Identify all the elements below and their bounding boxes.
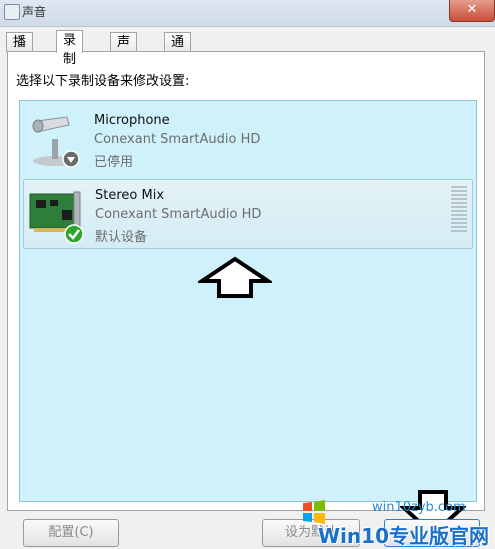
level-meter [451, 186, 467, 234]
microphone-icon [27, 109, 87, 169]
window-title: 声音 [22, 5, 47, 19]
watermark-url: win10zyb.com [372, 500, 466, 515]
title-bar: 声音 ✕ [0, 0, 495, 27]
tab-playback[interactable]: 播放 [6, 32, 34, 69]
device-item-microphone[interactable]: Microphone Conexant SmartAudio HD 已停用 [23, 105, 471, 173]
device-name: Microphone [94, 113, 170, 128]
recording-device-list[interactable]: Microphone Conexant SmartAudio HD 已停用 St… [19, 100, 477, 502]
device-driver: Conexant SmartAudio HD [94, 132, 261, 147]
device-item-stereo-mix[interactable]: Stereo Mix Conexant SmartAudio HD 默认设备 [23, 179, 473, 249]
close-button[interactable]: ✕ [449, 0, 495, 22]
configure-button[interactable]: 配置(C) [23, 519, 119, 547]
device-driver: Conexant SmartAudio HD [95, 207, 262, 222]
device-status: 默认设备 [95, 230, 148, 245]
instruction-text: 选择以下录制设备来修改设置: [16, 74, 190, 89]
tab-communications[interactable]: 通信 [164, 32, 192, 69]
tab-recording[interactable]: 录制 [56, 30, 84, 67]
watermark-brand: Win10专业版官网 [318, 524, 489, 548]
sound-card-icon [28, 184, 88, 244]
device-name: Stereo Mix [95, 188, 165, 203]
up-arrow-annotation [198, 256, 272, 298]
speaker-icon [4, 4, 20, 20]
device-status: 已停用 [94, 155, 134, 170]
tab-sounds[interactable]: 声音 [110, 32, 138, 69]
